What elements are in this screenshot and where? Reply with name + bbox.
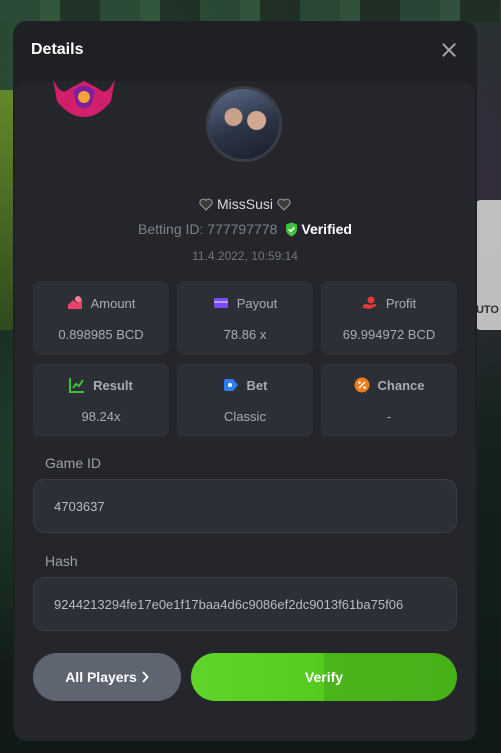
stat-card-bet: Bet Classic	[177, 363, 313, 437]
modal-title: Details	[31, 41, 84, 58]
result-icon	[69, 378, 85, 393]
details-modal: Details MissSusi Betting ID: 777797778 V…	[13, 21, 477, 741]
stat-card-payout: Payout 78.86 x	[177, 281, 313, 355]
stat-label: Result	[93, 377, 133, 393]
close-icon[interactable]	[441, 42, 457, 58]
username-row: MissSusi	[13, 196, 477, 212]
stat-value: 78.86 x	[223, 327, 267, 342]
stat-card-result: Result 98.24x	[33, 363, 169, 437]
stat-card-chance: Chance -	[321, 363, 457, 437]
stat-card-profit: Profit 69.994972 BCD	[321, 281, 457, 355]
bet-icon	[223, 379, 238, 391]
avatar[interactable]	[206, 86, 282, 162]
stat-value: Classic	[224, 409, 266, 424]
stat-label: Chance	[377, 377, 425, 393]
betting-id: Betting ID: 777797778	[138, 221, 278, 237]
game-id-value: 4703637	[54, 498, 105, 514]
heart-icon	[199, 198, 213, 211]
background-left-strip	[0, 90, 14, 330]
verified-badge: Verified	[285, 221, 352, 237]
stat-header: Bet	[177, 377, 313, 393]
stat-value: -	[386, 409, 392, 424]
verify-label: Verify	[304, 669, 344, 685]
username[interactable]: MissSusi	[217, 196, 273, 212]
betting-id-row: Betting ID: 777797778 Verified	[13, 221, 477, 237]
background-auto-badge: UTO	[475, 200, 501, 330]
emblem-icon	[53, 79, 115, 117]
stat-value: 0.898985 BCD	[58, 327, 144, 342]
amount-icon	[67, 296, 82, 309]
payout-icon	[213, 298, 228, 308]
verify-button[interactable]: Verify	[191, 653, 457, 701]
stat-label: Amount	[90, 295, 136, 311]
shield-check-icon	[286, 222, 298, 236]
hash-label: Hash	[45, 553, 78, 569]
game-id-field[interactable]: 4703637	[33, 479, 457, 533]
stat-card-amount: Amount 0.898985 BCD	[33, 281, 169, 355]
stat-header: Payout	[177, 295, 313, 311]
background-top-strip	[0, 0, 501, 22]
stat-header: Result	[33, 377, 169, 393]
chance-icon	[354, 377, 370, 393]
verified-label: Verified	[301, 221, 352, 237]
stat-label: Payout	[236, 295, 278, 311]
hash-value: 9244213294fe17e0e1f17baa4d6c9086ef2dc901…	[54, 596, 404, 612]
profit-icon	[362, 296, 377, 309]
heart-icon	[277, 198, 291, 211]
stat-value: 98.24x	[81, 409, 121, 424]
stat-header: Chance	[321, 377, 457, 393]
bet-timestamp: 11.4.2022, 10:59:14	[192, 249, 298, 263]
stat-label: Bet	[246, 377, 268, 393]
background-auto-text: UTO	[475, 304, 499, 316]
all-players-button[interactable]: All Players	[33, 653, 181, 701]
stat-value: 69.994972 BCD	[342, 327, 436, 342]
stat-header: Profit	[321, 295, 457, 311]
stat-header: Amount	[33, 295, 169, 311]
all-players-label: All Players	[65, 669, 137, 685]
game-id-label: Game ID	[45, 455, 102, 471]
hash-field[interactable]: 9244213294fe17e0e1f17baa4d6c9086ef2dc901…	[33, 577, 457, 631]
stat-label: Profit	[385, 295, 417, 311]
chevron-right-icon	[142, 671, 149, 683]
